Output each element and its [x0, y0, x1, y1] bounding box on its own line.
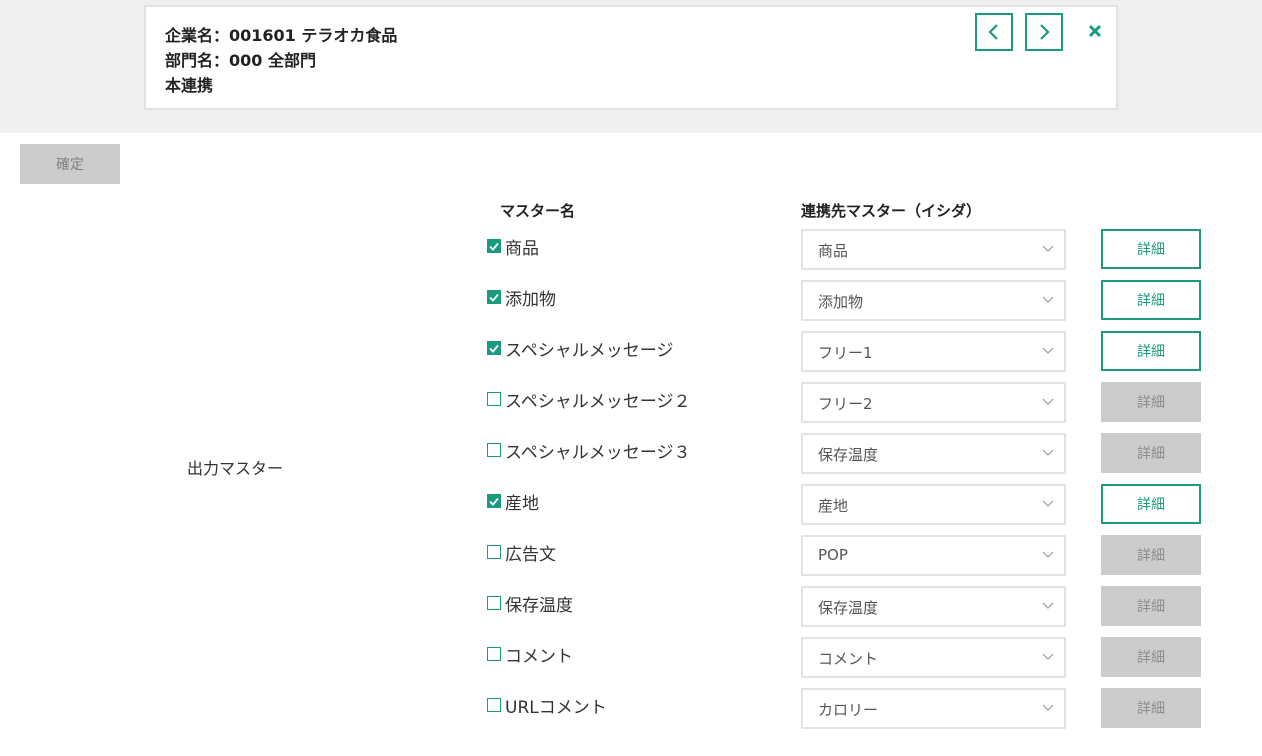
detail-button[interactable]: 詳細: [1101, 637, 1201, 677]
chevron-down-icon: [1042, 296, 1054, 303]
table-row: URLコメント カロリー 詳細: [0, 688, 1262, 739]
close-button[interactable]: [1083, 19, 1107, 43]
close-icon: [1088, 24, 1102, 38]
select-value: 商品: [818, 242, 849, 260]
row-checkbox[interactable]: [487, 698, 501, 712]
confirm-button[interactable]: 確定: [20, 144, 120, 184]
select-value: カロリー: [818, 701, 879, 719]
master-name: 広告文: [505, 545, 556, 565]
company-name: 企業名：001601 テラオカ食品: [165, 26, 398, 45]
detail-button[interactable]: 詳細: [1101, 229, 1201, 269]
master-name: スペシャルメッセージ２: [505, 392, 691, 412]
chevron-down-icon: [1042, 449, 1054, 456]
select-value: 産地: [818, 497, 849, 515]
target-master-select[interactable]: コメント: [801, 637, 1066, 678]
row-checkbox[interactable]: [487, 239, 501, 253]
master-name: 保存温度: [505, 596, 573, 616]
table-row: スペシャルメッセージ３ 保存温度 詳細: [0, 433, 1262, 484]
master-name: スペシャルメッセージ: [505, 341, 674, 361]
target-master-select[interactable]: フリー1: [801, 331, 1066, 372]
check-icon: [489, 242, 499, 251]
department-name: 部門名：000 全部門: [165, 51, 316, 70]
target-master-select[interactable]: 保存温度: [801, 586, 1066, 627]
row-checkbox[interactable]: [487, 290, 501, 304]
table-row: 広告文 POP 詳細: [0, 535, 1262, 586]
detail-button[interactable]: 詳細: [1101, 688, 1201, 728]
master-name: URLコメント: [505, 698, 607, 718]
detail-button[interactable]: 詳細: [1101, 331, 1201, 371]
row-checkbox[interactable]: [487, 341, 501, 355]
row-checkbox[interactable]: [487, 545, 501, 559]
row-checkbox[interactable]: [487, 443, 501, 457]
table-row: 添加物 添加物 詳細: [0, 280, 1262, 331]
check-icon: [489, 293, 499, 302]
chevron-right-icon: [1040, 24, 1050, 40]
detail-button[interactable]: 詳細: [1101, 280, 1201, 320]
target-master-select[interactable]: フリー2: [801, 382, 1066, 423]
target-master-select[interactable]: POP: [801, 535, 1066, 576]
info-card: 企業名：001601 テラオカ食品 部門名：000 全部門 本連携: [144, 5, 1118, 110]
chevron-down-icon: [1042, 500, 1054, 507]
select-value: フリー2: [818, 395, 873, 413]
target-master-select[interactable]: 添加物: [801, 280, 1066, 321]
chevron-down-icon: [1042, 398, 1054, 405]
target-master-select[interactable]: カロリー: [801, 688, 1066, 729]
prev-button[interactable]: [975, 13, 1013, 51]
row-checkbox[interactable]: [487, 647, 501, 661]
table-row: コメント コメント 詳細: [0, 637, 1262, 688]
check-icon: [489, 497, 499, 506]
select-value: フリー1: [818, 344, 873, 362]
chevron-down-icon: [1042, 551, 1054, 558]
row-checkbox[interactable]: [487, 596, 501, 610]
target-master-select[interactable]: 保存温度: [801, 433, 1066, 474]
table-row: 保存温度 保存温度 詳細: [0, 586, 1262, 637]
select-value: コメント: [818, 650, 879, 668]
master-name: 添加物: [505, 290, 556, 310]
select-value: POP: [818, 546, 848, 564]
master-name: 商品: [505, 239, 539, 259]
table-row: スペシャルメッセージ２ フリー2 詳細: [0, 382, 1262, 433]
chevron-down-icon: [1042, 602, 1054, 609]
master-name: スペシャルメッセージ３: [505, 443, 691, 463]
chevron-down-icon: [1042, 347, 1054, 354]
select-value: 添加物: [818, 293, 864, 311]
next-button[interactable]: [1025, 13, 1063, 51]
chevron-left-icon: [988, 24, 998, 40]
chevron-down-icon: [1042, 245, 1054, 252]
row-checkbox[interactable]: [487, 392, 501, 406]
select-value: 保存温度: [818, 446, 879, 464]
detail-button[interactable]: 詳細: [1101, 586, 1201, 626]
chevron-down-icon: [1042, 704, 1054, 711]
target-master-select[interactable]: 商品: [801, 229, 1066, 270]
detail-button[interactable]: 詳細: [1101, 535, 1201, 575]
table-row: 産地 産地 詳細: [0, 484, 1262, 535]
detail-button[interactable]: 詳細: [1101, 484, 1201, 524]
master-name: 産地: [505, 494, 539, 514]
detail-button[interactable]: 詳細: [1101, 382, 1201, 422]
table-row: スペシャルメッセージ フリー1 詳細: [0, 331, 1262, 382]
table-row: 商品 商品 詳細: [0, 229, 1262, 280]
select-value: 保存温度: [818, 599, 879, 617]
target-master-header: 連携先マスター（イシダ）: [801, 202, 982, 220]
chevron-down-icon: [1042, 653, 1054, 660]
master-name: コメント: [505, 647, 573, 667]
check-icon: [489, 344, 499, 353]
detail-button[interactable]: 詳細: [1101, 433, 1201, 473]
master-name-header: マスター名: [500, 202, 576, 220]
row-checkbox[interactable]: [487, 494, 501, 508]
link-mode: 本連携: [165, 76, 214, 95]
target-master-select[interactable]: 産地: [801, 484, 1066, 525]
